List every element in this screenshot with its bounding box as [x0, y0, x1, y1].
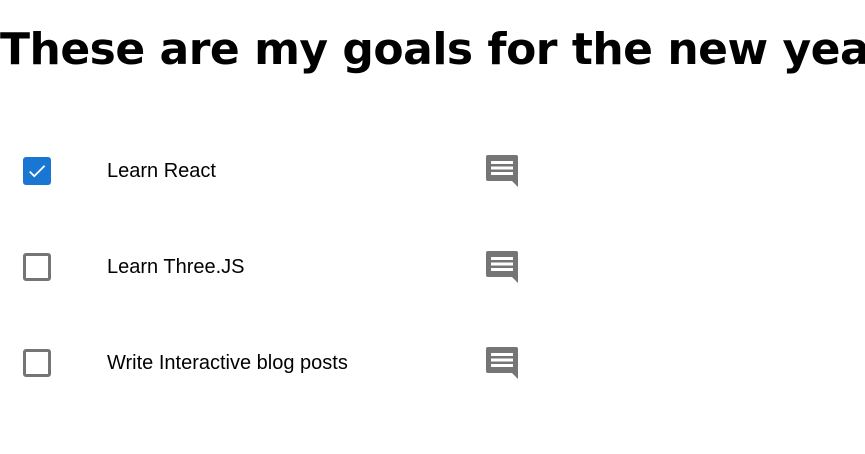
- comment-icon: [486, 155, 518, 187]
- page-title: These are my goals for the new year: [0, 24, 865, 75]
- todo-label: Write Interactive blog posts: [107, 352, 348, 374]
- todo-checkbox[interactable]: [23, 253, 51, 281]
- todo-item: Write Interactive blog posts: [0, 315, 865, 411]
- todo-checkbox[interactable]: [23, 349, 51, 377]
- comment-icon: [486, 347, 518, 379]
- todo-label: Learn Three.JS: [107, 256, 245, 278]
- todo-item: Learn Three.JS: [0, 219, 865, 315]
- comment-button[interactable]: [486, 155, 520, 187]
- comment-icon: [486, 251, 518, 283]
- todo-list: Learn React Learn Three.JS Write Interac…: [0, 123, 865, 411]
- comment-button[interactable]: [486, 347, 520, 379]
- checkmark-icon: [29, 165, 46, 178]
- todo-label: Learn React: [107, 160, 216, 182]
- comment-button[interactable]: [486, 251, 520, 283]
- todo-item: Learn React: [0, 123, 865, 219]
- todo-checkbox[interactable]: [23, 157, 51, 185]
